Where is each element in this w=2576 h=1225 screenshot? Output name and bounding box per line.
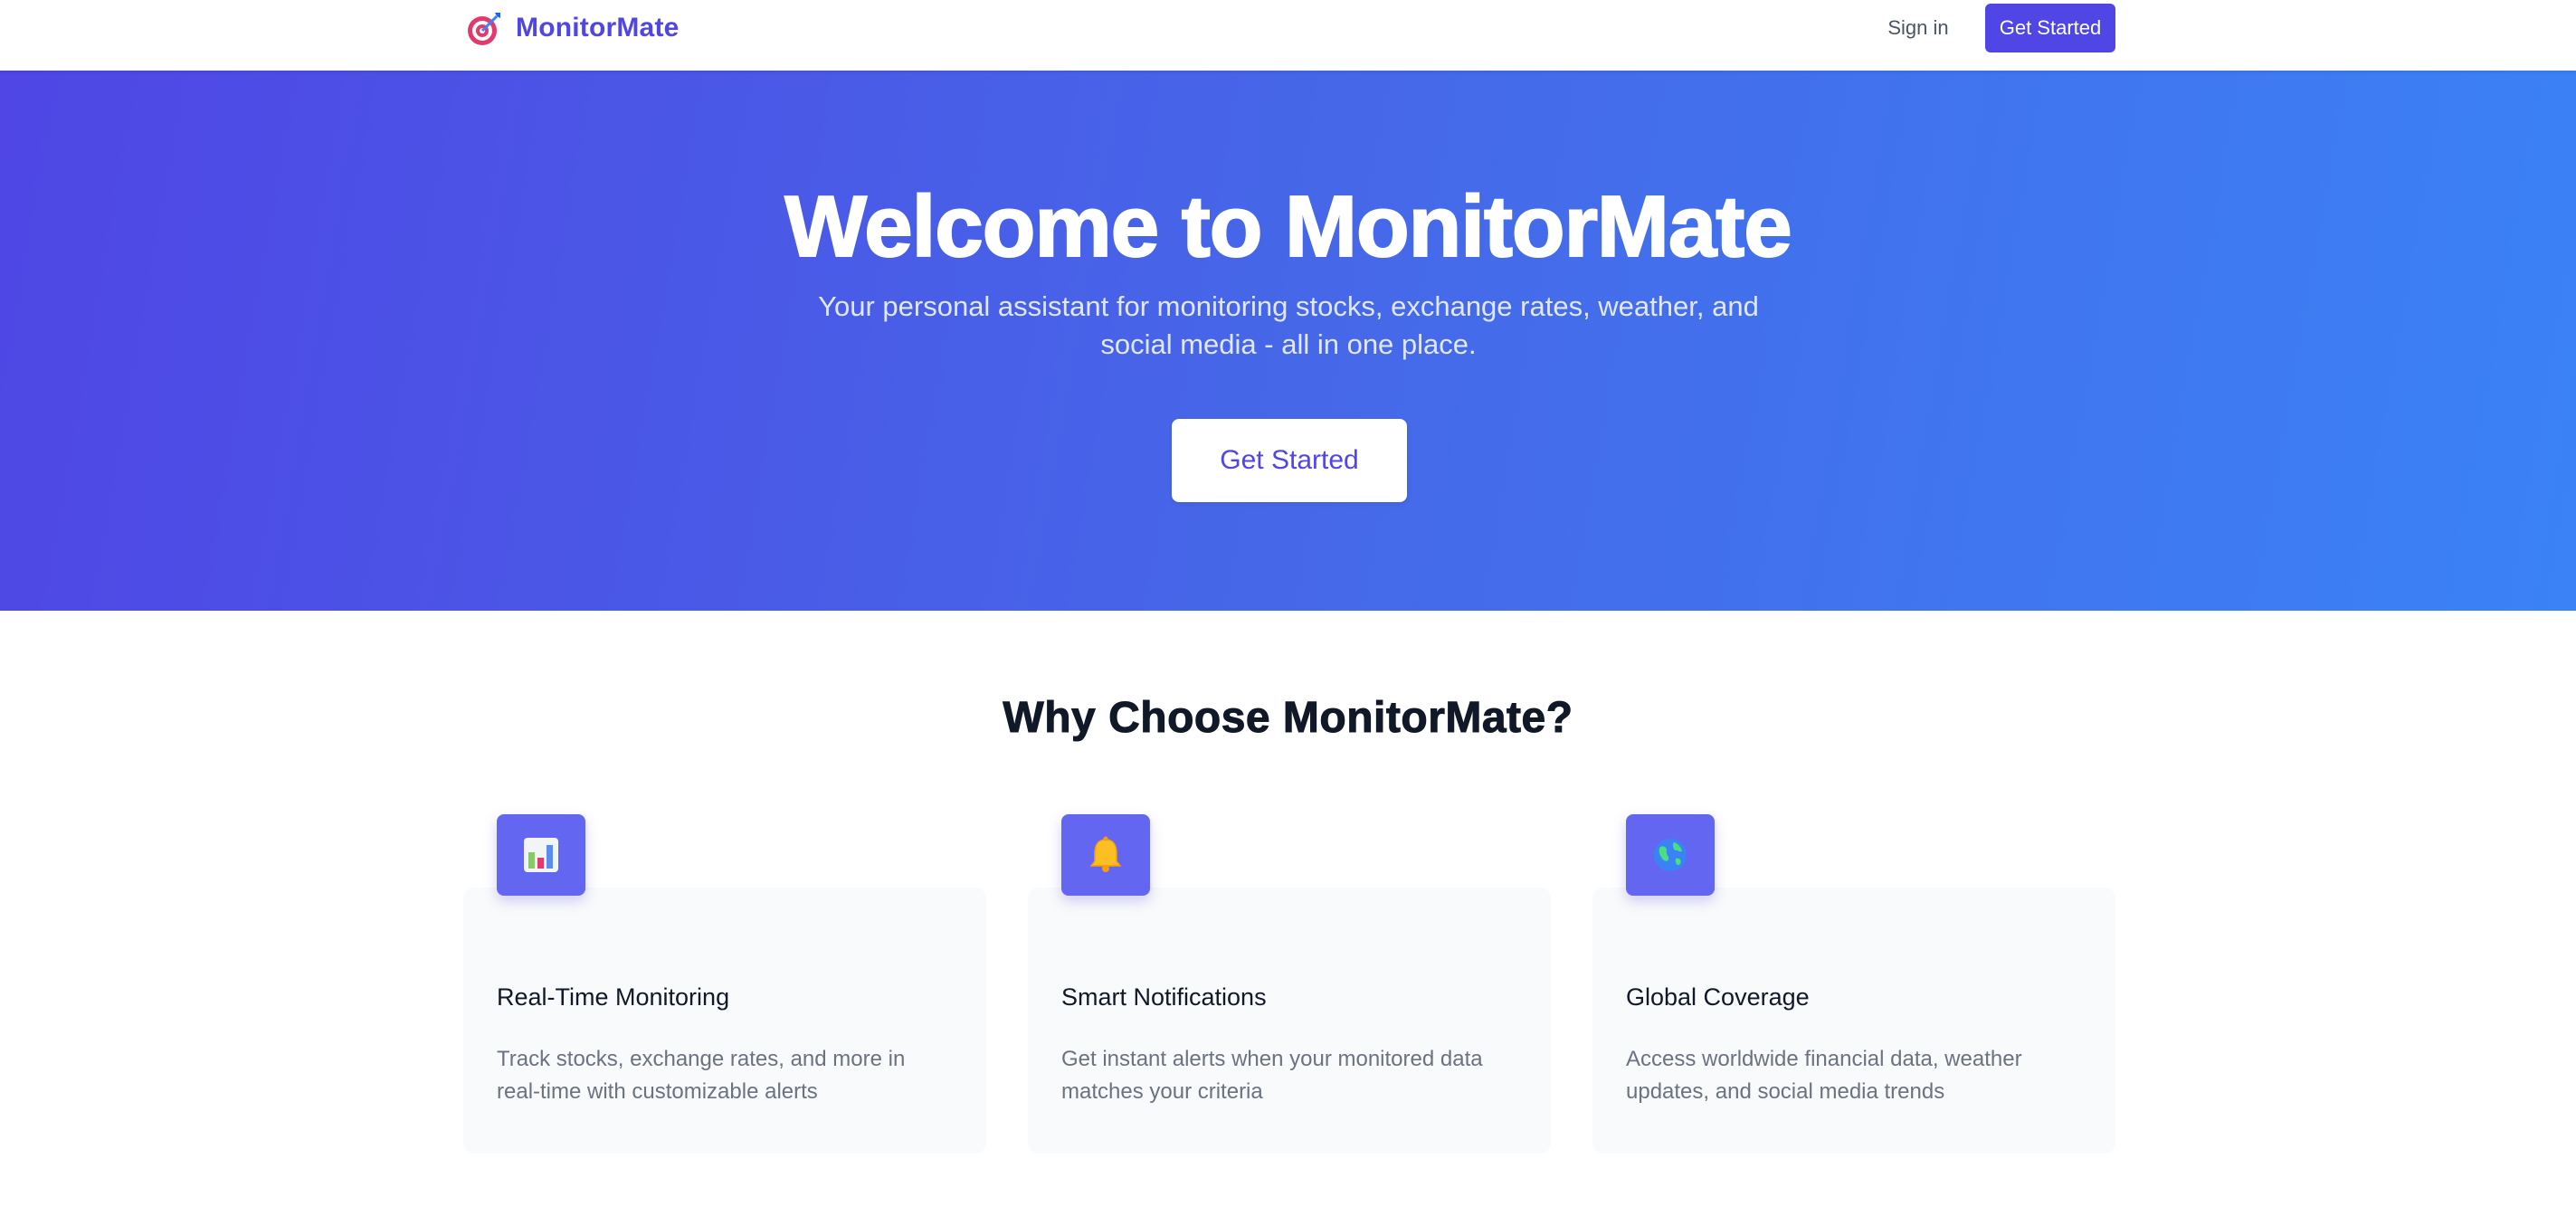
brand-name: MonitorMate [516,13,680,43]
bar-chart-icon [524,838,558,872]
feature-icon-box [1626,814,1715,896]
feature-card-global-coverage: Global Coverage Access worldwide financi… [1592,888,2115,1154]
globe-icon [1654,839,1687,871]
brand-logo-link[interactable]: MonitorMate [465,0,680,56]
hero-section: Welcome to MonitorMate Your personal ass… [0,71,2576,611]
features-heading: Why Choose MonitorMate? [1003,694,1573,743]
feature-card-title: Smart Notifications [1061,983,1267,1011]
top-nav: MonitorMate Sign in Get Started [0,0,2576,71]
target-dart-icon [468,13,500,45]
hero-subtitle: Your personal assistant for monitoring s… [818,290,1759,360]
feature-icon-box [1061,814,1150,896]
hero-title: Welcome to MonitorMate [784,177,1792,276]
nav-get-started-button[interactable]: Get Started [1985,4,2115,52]
feature-card-title: Real-Time Monitoring [497,983,730,1011]
sign-in-link[interactable]: Sign in [1862,0,1974,56]
feature-card-real-time-monitoring: Real-Time Monitoring Track stocks, excha… [463,888,986,1154]
hero-get-started-button[interactable]: Get Started [1172,419,1407,502]
feature-card-title: Global Coverage [1626,983,1810,1011]
feature-card-description: Access worldwide financial data, weather… [1626,1047,2022,1104]
feature-card-description: Get instant alerts when your monitored d… [1061,1047,1483,1104]
feature-icon-box [497,814,585,896]
feature-card-description: Track stocks, exchange rates, and more i… [497,1047,906,1104]
feature-card-smart-notifications: Smart Notifications Get instant alerts w… [1028,888,1551,1154]
bell-icon [1089,836,1122,872]
